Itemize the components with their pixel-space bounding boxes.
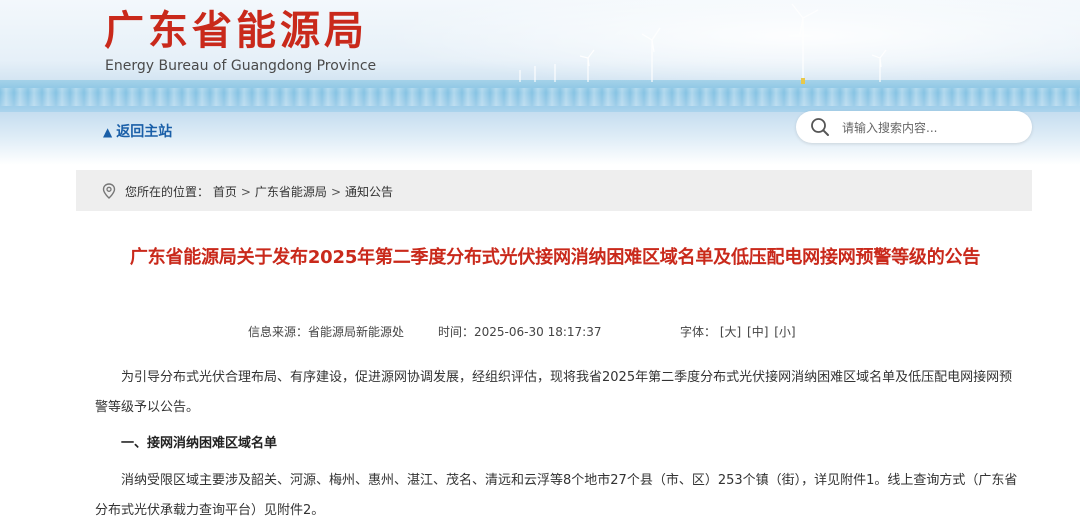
breadcrumb-item-notices[interactable]: 通知公告 xyxy=(345,185,393,199)
location-pin-icon xyxy=(102,183,116,199)
breadcrumb-item-energy-bureau[interactable]: 广东省能源局 xyxy=(255,185,327,199)
arrow-up-icon: ▲ xyxy=(103,125,113,139)
article-paragraph-intro: 为引导分布式光伏合理布局、有序建设，促进源网协调发展，经组织评估，现将我省202… xyxy=(95,370,1013,415)
meta-font-size: 字体： [大] [中] [小] xyxy=(680,323,798,340)
article-title: 广东省能源局关于发布2025年第二季度分布式光伏接网消纳困难区域名单及低压配电网… xyxy=(129,247,981,268)
meta-time: 时间：2025-06-30 18:17:37 xyxy=(438,323,601,340)
article-meta: 信息来源：省能源局新能源处 时间：2025-06-30 18:17:37 字体：… xyxy=(0,323,1080,339)
header-banner: 广东省能源局 Energy Bureau of Guangdong Provin… xyxy=(0,0,1080,165)
source-value: 省能源局新能源处 xyxy=(308,325,405,339)
font-size-large-button[interactable]: [大] xyxy=(720,325,741,339)
back-to-main-site-link[interactable]: ▲ 返回主站 xyxy=(103,121,172,141)
breadcrumb: 您所在的位置： 首页 > 广东省能源局 > 通知公告 xyxy=(76,170,1032,211)
font-size-label: 字体： xyxy=(680,325,717,339)
section-heading: 一、接网消纳困难区域名单 xyxy=(121,436,278,451)
font-size-small-button[interactable]: [小] xyxy=(774,325,795,339)
logo-title: 广东省能源局 xyxy=(104,7,368,54)
back-link-label: 返回主站 xyxy=(116,124,173,140)
logo-subtitle: Energy Bureau of Guangdong Province xyxy=(105,58,377,74)
breadcrumb-item-home[interactable]: 首页 xyxy=(213,185,237,199)
meta-source: 信息来源：省能源局新能源处 xyxy=(248,323,404,340)
turbine-base-marker xyxy=(801,78,805,84)
time-value: 2025-06-30 18:17:37 xyxy=(474,325,602,339)
font-size-medium-button[interactable]: [中] xyxy=(747,325,768,339)
source-label: 信息来源： xyxy=(248,325,309,339)
search-input[interactable] xyxy=(840,117,1024,139)
search-icon[interactable] xyxy=(810,117,830,137)
breadcrumb-separator: > xyxy=(330,185,341,199)
breadcrumb-separator: > xyxy=(240,185,251,199)
search-box[interactable] xyxy=(796,111,1032,143)
article-paragraph-section1: 消纳受限区域主要涉及韶关、河源、梅州、惠州、湛江、茂名、清远和云浮等8个地市27… xyxy=(95,473,1018,518)
wind-turbines-illustration xyxy=(519,3,887,84)
breadcrumb-prefix: 您所在的位置： xyxy=(125,185,210,199)
time-label: 时间： xyxy=(438,325,475,339)
